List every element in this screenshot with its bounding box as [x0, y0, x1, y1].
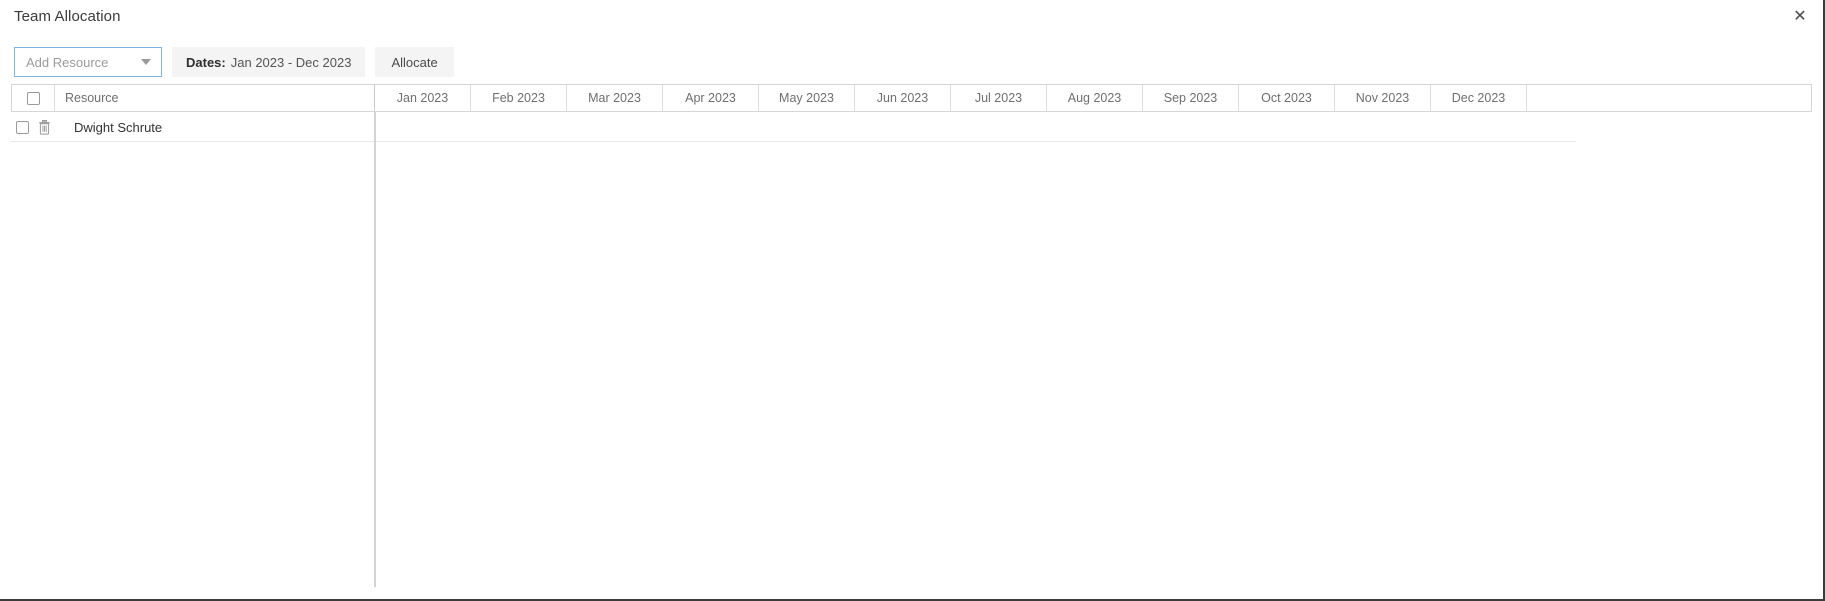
- toolbar: Add Resource Dates: Jan 2023 - Dec 2023 …: [14, 47, 454, 77]
- grid-body: Dwight Schrute: [11, 112, 1812, 142]
- team-allocation-dialog: Team Allocation ✕ Add Resource Dates: Ja…: [0, 0, 1825, 601]
- grid-split-divider: [374, 112, 376, 587]
- allocation-grid: Resource Jan 2023 Feb 2023 Mar 2023 Apr …: [11, 84, 1812, 142]
- dates-label: Dates:: [186, 54, 226, 70]
- dialog-titlebar: Team Allocation ✕: [0, 0, 1823, 36]
- month-column-header-nov[interactable]: Nov 2023: [1335, 85, 1431, 111]
- month-column-header-may[interactable]: May 2023: [759, 85, 855, 111]
- select-all-checkbox[interactable]: [26, 91, 40, 105]
- month-column-header-feb[interactable]: Feb 2023: [471, 85, 567, 111]
- grid-header-row: Resource Jan 2023 Feb 2023 Mar 2023 Apr …: [11, 84, 1812, 112]
- resource-name-cell: Dwight Schrute: [74, 119, 163, 135]
- grid-filler-header-cell: [1527, 85, 1811, 111]
- select-all-header-cell: [12, 85, 55, 111]
- month-column-header-apr[interactable]: Apr 2023: [663, 85, 759, 111]
- month-column-header-jun[interactable]: Jun 2023: [855, 85, 951, 111]
- row-select-cell: [11, 112, 34, 142]
- page-title: Team Allocation: [14, 8, 121, 25]
- month-column-header-sep[interactable]: Sep 2023: [1143, 85, 1239, 111]
- dates-value: Jan 2023 - Dec 2023: [230, 54, 352, 70]
- close-icon[interactable]: ✕: [1789, 6, 1811, 28]
- month-column-header-mar[interactable]: Mar 2023: [567, 85, 663, 111]
- month-column-header-jul[interactable]: Jul 2023: [951, 85, 1047, 111]
- dates-range-chip: Dates: Jan 2023 - Dec 2023: [172, 47, 366, 77]
- resource-column-header[interactable]: Resource: [55, 85, 375, 111]
- add-resource-select[interactable]: Add Resource: [14, 47, 162, 77]
- add-resource-placeholder: Add Resource: [26, 54, 109, 70]
- month-column-header-jan[interactable]: Jan 2023: [375, 85, 471, 111]
- month-column-header-dec[interactable]: Dec 2023: [1431, 85, 1527, 111]
- trash-icon: [38, 119, 50, 135]
- delete-row-button[interactable]: [34, 112, 54, 142]
- allocate-button[interactable]: Allocate: [375, 47, 454, 77]
- chevron-down-icon: [141, 59, 151, 65]
- row-separator: [11, 141, 1576, 142]
- month-column-header-oct[interactable]: Oct 2023: [1239, 85, 1335, 111]
- table-row[interactable]: Dwight Schrute: [11, 112, 1812, 142]
- row-select-checkbox[interactable]: [16, 120, 29, 134]
- month-column-header-aug[interactable]: Aug 2023: [1047, 85, 1143, 111]
